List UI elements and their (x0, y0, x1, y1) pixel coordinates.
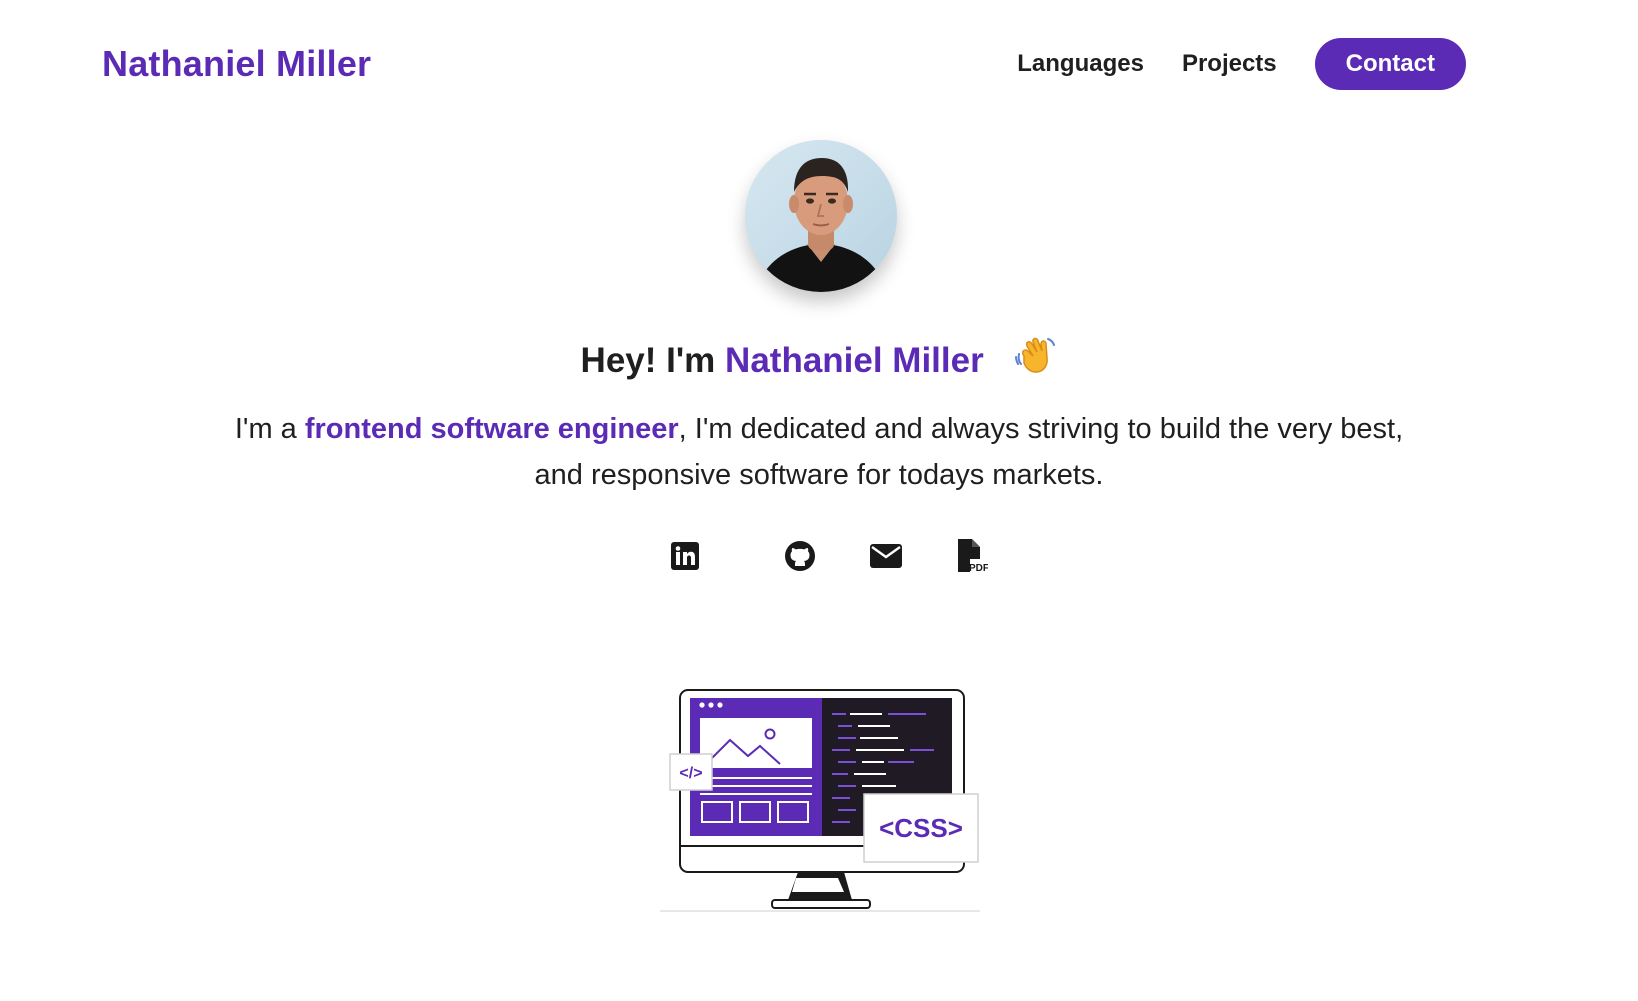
github-link[interactable] (757, 538, 843, 578)
nav-links: Languages Projects Contact (1017, 38, 1466, 90)
code-badge-text: </> (679, 765, 702, 782)
top-nav: Nathaniel Miller Languages Projects Cont… (0, 0, 1638, 130)
linkedin-icon (671, 541, 699, 575)
tagline-highlight: frontend software engineer (304, 413, 679, 445)
resume-pdf-link[interactable]: PDF (929, 538, 1015, 578)
waving-hand-icon (1015, 334, 1057, 386)
nav-link-projects[interactable]: Projects (1182, 39, 1277, 89)
pdf-resume-icon: PDF (956, 538, 989, 578)
hero-greeting: Hey! I'm Nathaniel Miller (0, 334, 1638, 386)
linkedin-link[interactable] (671, 538, 757, 578)
email-icon (870, 543, 902, 573)
contact-button[interactable]: Contact (1314, 38, 1466, 90)
greeting-name: Nathaniel Miller (725, 341, 984, 380)
brand-logo-text[interactable]: Nathaniel Miller (102, 43, 371, 85)
profile-photo (745, 140, 897, 292)
svg-text:PDF: PDF (969, 563, 988, 573)
greeting-prefix: Hey! I'm (580, 341, 716, 380)
profile-avatar (745, 140, 897, 292)
page: Nathaniel Miller Languages Projects Cont… (0, 0, 1638, 1001)
social-links: PDF (671, 538, 1015, 578)
tagline-prefix: I'm a (234, 413, 297, 445)
github-icon (784, 540, 816, 577)
monitor-illustration: </> <CSS> (660, 682, 980, 918)
hero-tagline: I'm a frontend software engineer, I'm de… (219, 406, 1419, 498)
nav-link-languages[interactable]: Languages (1017, 39, 1144, 89)
css-badge-text: <CSS> (879, 813, 963, 843)
email-link[interactable] (843, 538, 929, 578)
